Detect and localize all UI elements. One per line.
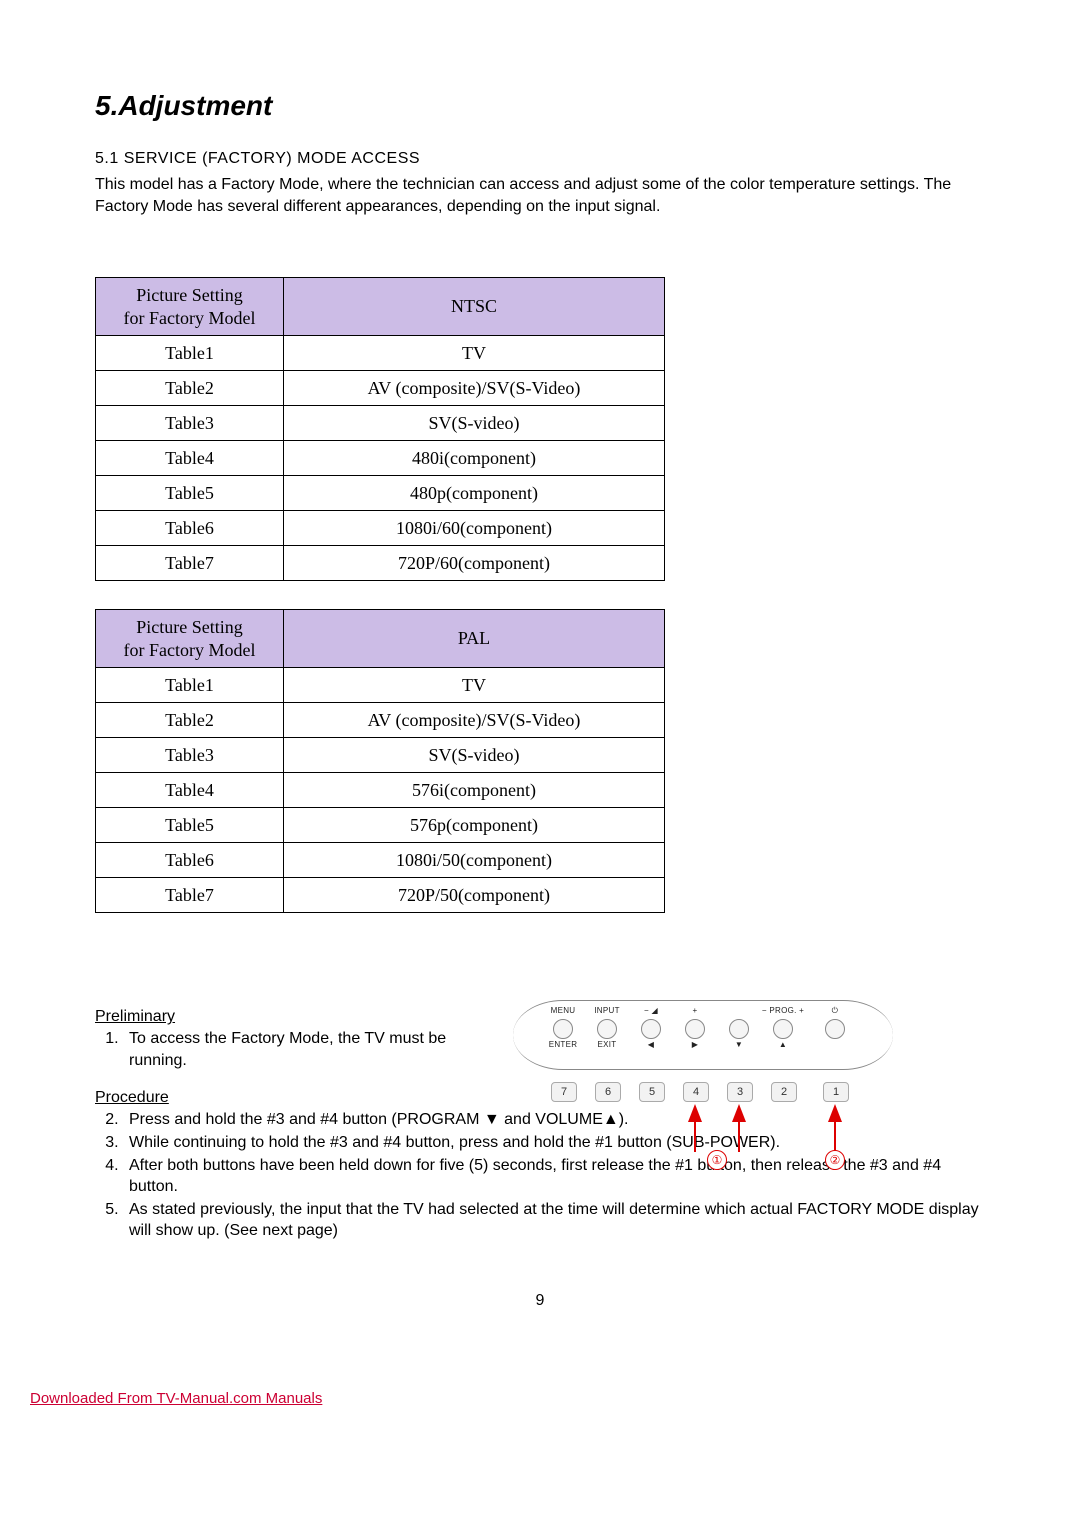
- cell: Table5: [96, 476, 284, 511]
- remote-number: 3: [727, 1082, 753, 1102]
- cell: Table6: [96, 511, 284, 546]
- cell: TV: [284, 336, 665, 371]
- remote-button-power: ⏻: [813, 1007, 857, 1051]
- header-left-line1: Picture Setting: [136, 285, 243, 305]
- remote-strip: MENUENTER INPUTEXIT − ◢◀ +▶ ▼ − PROG. +▲…: [513, 1000, 893, 1070]
- header-left-line2: for Factory Model: [124, 640, 256, 660]
- pal-table: Picture Setting for Factory Model PAL Ta…: [95, 609, 665, 913]
- arrow-stem: [738, 1122, 740, 1152]
- cell: Table1: [96, 668, 284, 703]
- cell: 576p(component): [284, 808, 665, 843]
- list-item: To access the Factory Mode, the TV must …: [123, 1028, 503, 1071]
- table-row: Table61080i/50(component): [96, 843, 665, 878]
- remote-number: 2: [771, 1082, 797, 1102]
- header-left-line2: for Factory Model: [124, 308, 256, 328]
- cell: 720P/50(component): [284, 878, 665, 913]
- cell: Table5: [96, 808, 284, 843]
- cell: SV(S-video): [284, 406, 665, 441]
- arrow-stem: [694, 1122, 696, 1152]
- list-item: Press and hold the #3 and #4 button (PRO…: [123, 1109, 985, 1131]
- table-row: Table3SV(S-video): [96, 738, 665, 773]
- preliminary-heading: Preliminary: [95, 1008, 503, 1026]
- list-item: While continuing to hold the #3 and #4 b…: [123, 1132, 985, 1154]
- cell: Table6: [96, 843, 284, 878]
- table-header-right: NTSC: [284, 278, 665, 336]
- cell: SV(S-video): [284, 738, 665, 773]
- cell: 576i(component): [284, 773, 665, 808]
- table-row: Table7720P/50(component): [96, 878, 665, 913]
- table-row: Table3SV(S-video): [96, 406, 665, 441]
- table-row: Table4480i(component): [96, 441, 665, 476]
- cell: Table4: [96, 441, 284, 476]
- arrow-up-icon: [732, 1104, 746, 1122]
- procedure-heading: Procedure: [95, 1089, 985, 1107]
- remote-button-menu: MENUENTER: [541, 1007, 585, 1051]
- cell: Table2: [96, 703, 284, 738]
- ntsc-table: Picture Setting for Factory Model NTSC T…: [95, 277, 665, 581]
- footer-link[interactable]: Downloaded From TV-Manual.com Manuals: [30, 1390, 322, 1407]
- page: 5.Adjustment 5.1 SERVICE (FACTORY) MODE …: [0, 0, 1080, 1350]
- remote-button-prog-up: − PROG. +▲: [761, 1007, 805, 1051]
- table-header-left: Picture Setting for Factory Model: [96, 610, 284, 668]
- remote-number: 5: [639, 1082, 665, 1102]
- table-row: Table1TV: [96, 668, 665, 703]
- cell: TV: [284, 668, 665, 703]
- intro-paragraph: This model has a Factory Mode, where the…: [95, 174, 985, 217]
- header-left-line1: Picture Setting: [136, 617, 243, 637]
- preliminary-list: To access the Factory Mode, the TV must …: [95, 1028, 503, 1071]
- cell: Table3: [96, 738, 284, 773]
- remote-number: 1: [823, 1082, 849, 1102]
- preliminary-procedure-area: Preliminary To access the Factory Mode, …: [95, 1008, 985, 1089]
- arrow-stem: [834, 1122, 836, 1152]
- list-item: As stated previously, the input that the…: [123, 1199, 985, 1242]
- procedure-list: Press and hold the #3 and #4 button (PRO…: [95, 1109, 985, 1242]
- table-row: Table61080i/60(component): [96, 511, 665, 546]
- table-row: Table7720P/60(component): [96, 546, 665, 581]
- arrow-up-icon: [828, 1104, 842, 1122]
- remote-button-input: INPUTEXIT: [585, 1007, 629, 1051]
- cell: Table7: [96, 546, 284, 581]
- cell: Table3: [96, 406, 284, 441]
- table-row: Table2AV (composite)/SV(S-Video): [96, 703, 665, 738]
- cell: Table7: [96, 878, 284, 913]
- table-row: Table5576p(component): [96, 808, 665, 843]
- page-title: 5.Adjustment: [95, 90, 985, 122]
- cell: 720P/60(component): [284, 546, 665, 581]
- table-row: Table2AV (composite)/SV(S-Video): [96, 371, 665, 406]
- cell: Table2: [96, 371, 284, 406]
- remote-button-vol-minus: − ◢◀: [629, 1007, 673, 1051]
- page-number: 9: [95, 1292, 985, 1310]
- remote-button-prog-down: ▼: [717, 1007, 761, 1051]
- section-heading: 5.1 SERVICE (FACTORY) MODE ACCESS: [95, 150, 985, 168]
- table-row: Table1TV: [96, 336, 665, 371]
- cell: 480p(component): [284, 476, 665, 511]
- table-row: Table4576i(component): [96, 773, 665, 808]
- preliminary-column: Preliminary To access the Factory Mode, …: [95, 1008, 503, 1089]
- remote-diagram: MENUENTER INPUTEXIT − ◢◀ +▶ ▼ − PROG. +▲…: [503, 1000, 985, 1070]
- arrow-up-icon: [688, 1104, 702, 1122]
- table-row: Table5480p(component): [96, 476, 665, 511]
- remote-button-vol-plus: +▶: [673, 1007, 717, 1051]
- remote-number: 4: [683, 1082, 709, 1102]
- cell: Table1: [96, 336, 284, 371]
- cell: AV (composite)/SV(S-Video): [284, 703, 665, 738]
- cell: 1080i/50(component): [284, 843, 665, 878]
- footer-link-wrap: Downloaded From TV-Manual.com Manuals: [30, 1390, 1080, 1407]
- table-header-right: PAL: [284, 610, 665, 668]
- cell: 1080i/60(component): [284, 511, 665, 546]
- cell: Table4: [96, 773, 284, 808]
- remote-number: 6: [595, 1082, 621, 1102]
- list-item: After both buttons have been held down f…: [123, 1155, 985, 1198]
- cell: 480i(component): [284, 441, 665, 476]
- table-header-left: Picture Setting for Factory Model: [96, 278, 284, 336]
- cell: AV (composite)/SV(S-Video): [284, 371, 665, 406]
- remote-number: 7: [551, 1082, 577, 1102]
